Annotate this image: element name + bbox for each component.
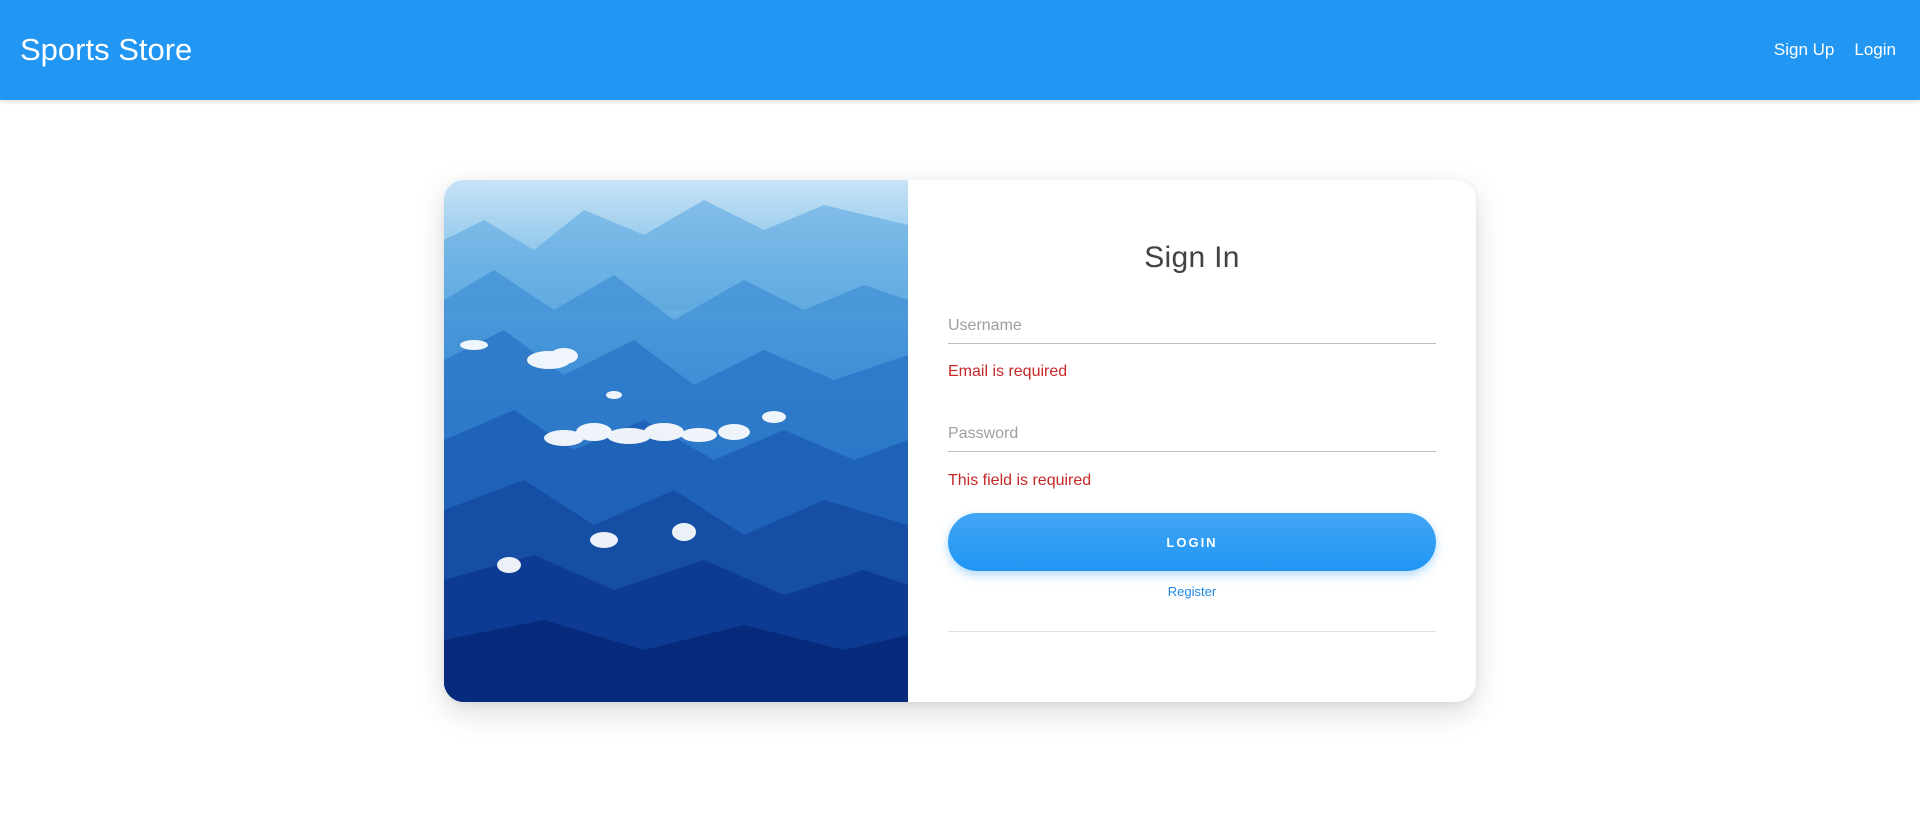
password-error: This field is required [948,472,1092,489]
username-input[interactable] [948,308,1436,344]
brand-logo[interactable]: Sports Store [20,30,192,70]
top-navbar: Sports Store Sign Up Login [0,0,1920,100]
signin-title: Sign In [1144,241,1240,275]
username-field-wrapper [948,308,1436,344]
nav-login-link[interactable]: Login [1854,38,1896,62]
signin-card: Sign In Email is required This field is … [444,180,1476,702]
login-button[interactable]: LOGIN [948,513,1436,571]
password-field-wrapper [948,416,1436,452]
mountain-illustration [444,200,908,702]
password-input[interactable] [948,416,1436,452]
register-link[interactable]: Register [908,583,1476,601]
nav-links: Sign Up Login [1774,38,1896,62]
username-error: Email is required [948,363,1068,380]
form-divider [948,631,1436,632]
signin-form: Sign In Email is required This field is … [908,180,1476,702]
hero-mountain-image [444,180,908,702]
nav-signup-link[interactable]: Sign Up [1774,38,1834,62]
